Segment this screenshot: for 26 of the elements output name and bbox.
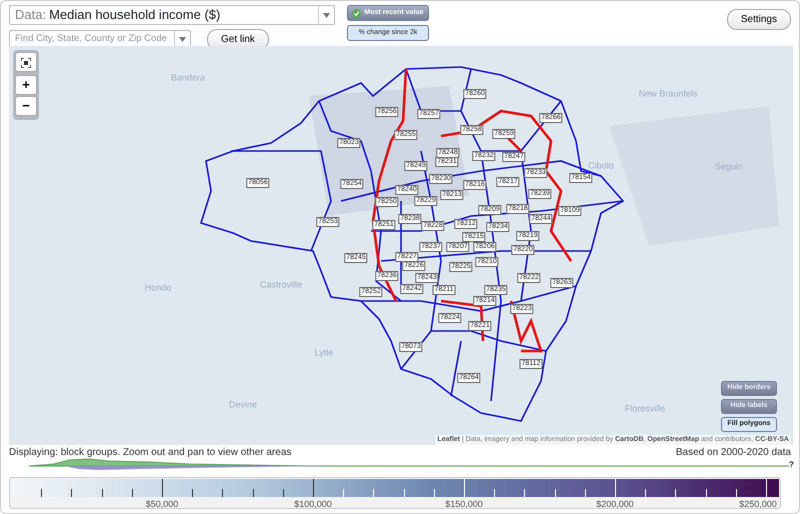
place-name: Castroville: [260, 278, 302, 292]
place-name: Hondo: [144, 281, 172, 294]
data-range-text: Based on 2000-2020 data: [676, 446, 791, 460]
settings-button[interactable]: Settings: [726, 9, 791, 30]
help-mark[interactable]: ?: [789, 459, 794, 471]
caret-icon: [323, 12, 330, 18]
legend-tick-label: $250,000: [739, 498, 777, 511]
place-name: Lytle: [314, 346, 334, 360]
legend-tick-label: $50,000: [146, 498, 178, 511]
place-name: Devine: [229, 398, 257, 412]
place-name: Cibolo: [588, 159, 614, 172]
zoom-out-button[interactable]: −: [15, 96, 37, 116]
check-icon: [352, 8, 362, 18]
legend-tick-label: $100,000: [294, 498, 332, 511]
fullscreen-button[interactable]: [15, 52, 37, 72]
place-name: Floresville: [624, 402, 666, 416]
fullscreen-icon: [21, 58, 31, 68]
legend-tick-label: $150,000: [445, 498, 483, 511]
data-select[interactable]: Data: Median household income ($): [9, 5, 335, 25]
place-name: Bandera: [170, 71, 206, 84]
status-text: Displaying: block groups. Zoom out and pan to view other areas: [9, 446, 292, 460]
caret-icon: [179, 37, 186, 42]
place-name: New Braunfels: [638, 87, 698, 100]
legend-tick-label: $200,000: [596, 498, 634, 511]
zoom-in-button[interactable]: +: [15, 75, 37, 95]
place-name: Seguin: [714, 160, 744, 174]
